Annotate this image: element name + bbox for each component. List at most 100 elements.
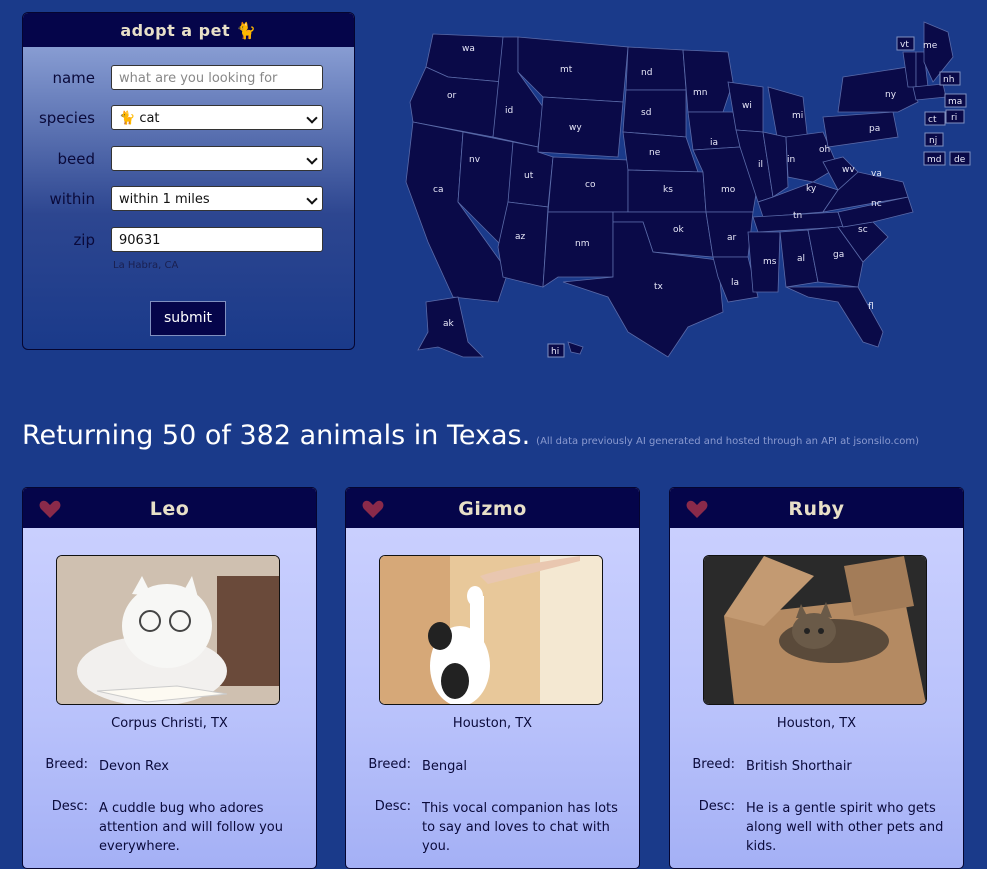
pet-card-header: Gizmo xyxy=(346,488,639,528)
svg-text:pa: pa xyxy=(869,124,880,134)
svg-text:ga: ga xyxy=(833,250,844,260)
svg-text:id: id xyxy=(505,106,513,116)
state-ne[interactable] xyxy=(622,131,699,173)
svg-text:nm: nm xyxy=(575,239,589,249)
chevron-down-icon xyxy=(306,112,318,124)
breed-label: beed xyxy=(57,150,96,168)
breed-key: Breed: xyxy=(692,757,735,772)
svg-text:nd: nd xyxy=(641,68,652,78)
state-nd[interactable] xyxy=(625,46,687,91)
svg-text:mt: mt xyxy=(560,65,573,75)
desc-value: He is a gentle spirit who gets along wel… xyxy=(746,801,944,854)
us-state-map[interactable]: wa or ca id nv mt wy ut az co nm nd sd ne ks ok tx m… xyxy=(368,12,978,372)
heart-icon[interactable] xyxy=(39,499,61,519)
heart-icon[interactable] xyxy=(362,499,384,519)
svg-text:or: or xyxy=(447,91,457,101)
svg-text:hi: hi xyxy=(551,347,559,357)
name-row: name what are you looking for xyxy=(23,65,354,92)
state-mt[interactable] xyxy=(517,36,629,103)
svg-text:sc: sc xyxy=(858,225,868,235)
state-nm[interactable] xyxy=(542,211,614,288)
species-label: species xyxy=(38,109,95,127)
breed-value: British Shorthair xyxy=(746,759,852,774)
pet-card[interactable]: Ruby Houston, TX Breed: British Shorthai… xyxy=(669,487,964,869)
pet-photo xyxy=(379,555,603,705)
svg-text:mi: mi xyxy=(792,111,803,121)
svg-text:ms: ms xyxy=(763,257,777,267)
svg-text:wv: wv xyxy=(842,165,855,175)
pet-name: Gizmo xyxy=(458,498,527,520)
svg-text:ri: ri xyxy=(951,113,957,123)
breed-key: Breed: xyxy=(368,757,411,772)
svg-text:mn: mn xyxy=(693,88,707,98)
state-fl[interactable] xyxy=(785,286,884,348)
svg-text:nj: nj xyxy=(929,136,937,146)
name-input[interactable]: what are you looking for xyxy=(111,65,323,90)
zip-input[interactable]: 90631 xyxy=(111,227,323,252)
svg-text:wi: wi xyxy=(742,101,752,111)
within-row: within within 1 miles xyxy=(23,186,354,213)
within-label: within xyxy=(49,190,96,208)
state-label-ak: ak xyxy=(443,319,455,329)
heart-icon[interactable] xyxy=(686,499,708,519)
panel-title: adopt a pet 🐈 xyxy=(23,13,354,47)
pet-location: Corpus Christi, TX xyxy=(111,716,228,731)
svg-text:ne: ne xyxy=(649,148,661,158)
within-select[interactable]: within 1 miles xyxy=(111,186,323,211)
state-mn[interactable] xyxy=(682,49,734,113)
state-sd[interactable] xyxy=(622,89,687,138)
zip-row: zip 90631 xyxy=(23,227,354,254)
svg-text:md: md xyxy=(927,155,941,165)
svg-text:co: co xyxy=(585,180,596,190)
pet-photo xyxy=(56,555,280,705)
svg-text:ks: ks xyxy=(663,185,673,195)
species-select[interactable]: 🐈 cat xyxy=(111,105,323,130)
pet-location: Houston, TX xyxy=(452,716,533,731)
svg-text:tn: tn xyxy=(793,211,802,221)
results-count: Returning 50 of 382 animals in Texas. xyxy=(22,420,531,451)
breed-value: Devon Rex xyxy=(99,759,169,774)
pet-card-header: Leo xyxy=(23,488,316,528)
breed-key: Breed: xyxy=(45,757,88,772)
submit-button[interactable]: submit xyxy=(150,301,226,336)
svg-text:de: de xyxy=(954,155,966,165)
state-az[interactable] xyxy=(497,201,549,288)
svg-text:ny: ny xyxy=(885,90,897,100)
pet-card[interactable]: Leo Corpus Christi, TX Breed: Devon Rex … xyxy=(22,487,317,869)
pet-card[interactable]: Gizmo Houston, TX Breed: Bengal Desc: Th… xyxy=(345,487,640,869)
svg-text:nv: nv xyxy=(469,155,481,165)
pet-name: Ruby xyxy=(788,498,845,520)
svg-text:ma: ma xyxy=(948,97,962,107)
svg-text:oh: oh xyxy=(819,145,830,155)
svg-text:nh: nh xyxy=(943,75,954,85)
desc-value: This vocal companion has lots to say and… xyxy=(422,801,618,854)
adopt-search-panel: adopt a pet 🐈 name what are you looking … xyxy=(22,12,355,350)
chevron-down-icon xyxy=(306,193,318,205)
breed-select[interactable] xyxy=(111,146,323,171)
results-headline: Returning 50 of 382 animals in Texas. (Al… xyxy=(22,420,919,451)
svg-text:ct: ct xyxy=(928,115,937,125)
svg-text:la: la xyxy=(731,278,739,288)
svg-text:az: az xyxy=(515,232,526,242)
state-pa[interactable] xyxy=(822,111,899,148)
svg-text:ia: ia xyxy=(710,138,718,148)
svg-text:ar: ar xyxy=(727,233,737,243)
svg-text:ky: ky xyxy=(806,184,817,194)
zip-label: zip xyxy=(73,231,95,249)
pet-name: Leo xyxy=(149,498,190,520)
breed-value: Bengal xyxy=(422,759,467,774)
svg-text:ut: ut xyxy=(524,171,534,181)
breed-row: beed xyxy=(23,146,354,173)
svg-text:wa: wa xyxy=(462,44,475,54)
pet-location: Houston, TX xyxy=(776,716,857,731)
state-hi[interactable] xyxy=(567,341,584,355)
svg-text:ca: ca xyxy=(433,185,443,195)
svg-text:mo: mo xyxy=(721,185,736,195)
location-hint: La Habra, CA xyxy=(113,260,179,271)
desc-key: Desc: xyxy=(51,799,88,814)
within-value: within 1 miles xyxy=(119,192,210,207)
desc-key: Desc: xyxy=(374,799,411,814)
svg-text:in: in xyxy=(787,155,795,165)
pet-photo xyxy=(703,555,927,705)
state-ma[interactable] xyxy=(912,83,947,101)
